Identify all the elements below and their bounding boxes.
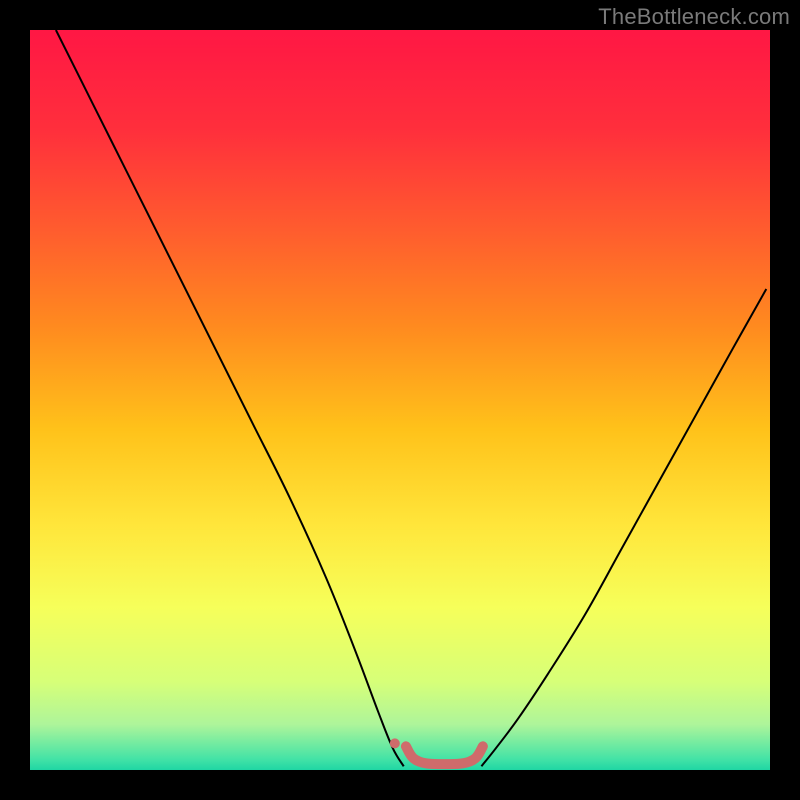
optimum-dot <box>390 738 400 748</box>
watermark-text: TheBottleneck.com <box>598 4 790 30</box>
bottleneck-chart <box>30 30 770 770</box>
chart-plot-area <box>30 30 770 770</box>
chart-frame: TheBottleneck.com <box>0 0 800 800</box>
markers-layer <box>390 738 400 748</box>
gradient-background <box>30 30 770 770</box>
